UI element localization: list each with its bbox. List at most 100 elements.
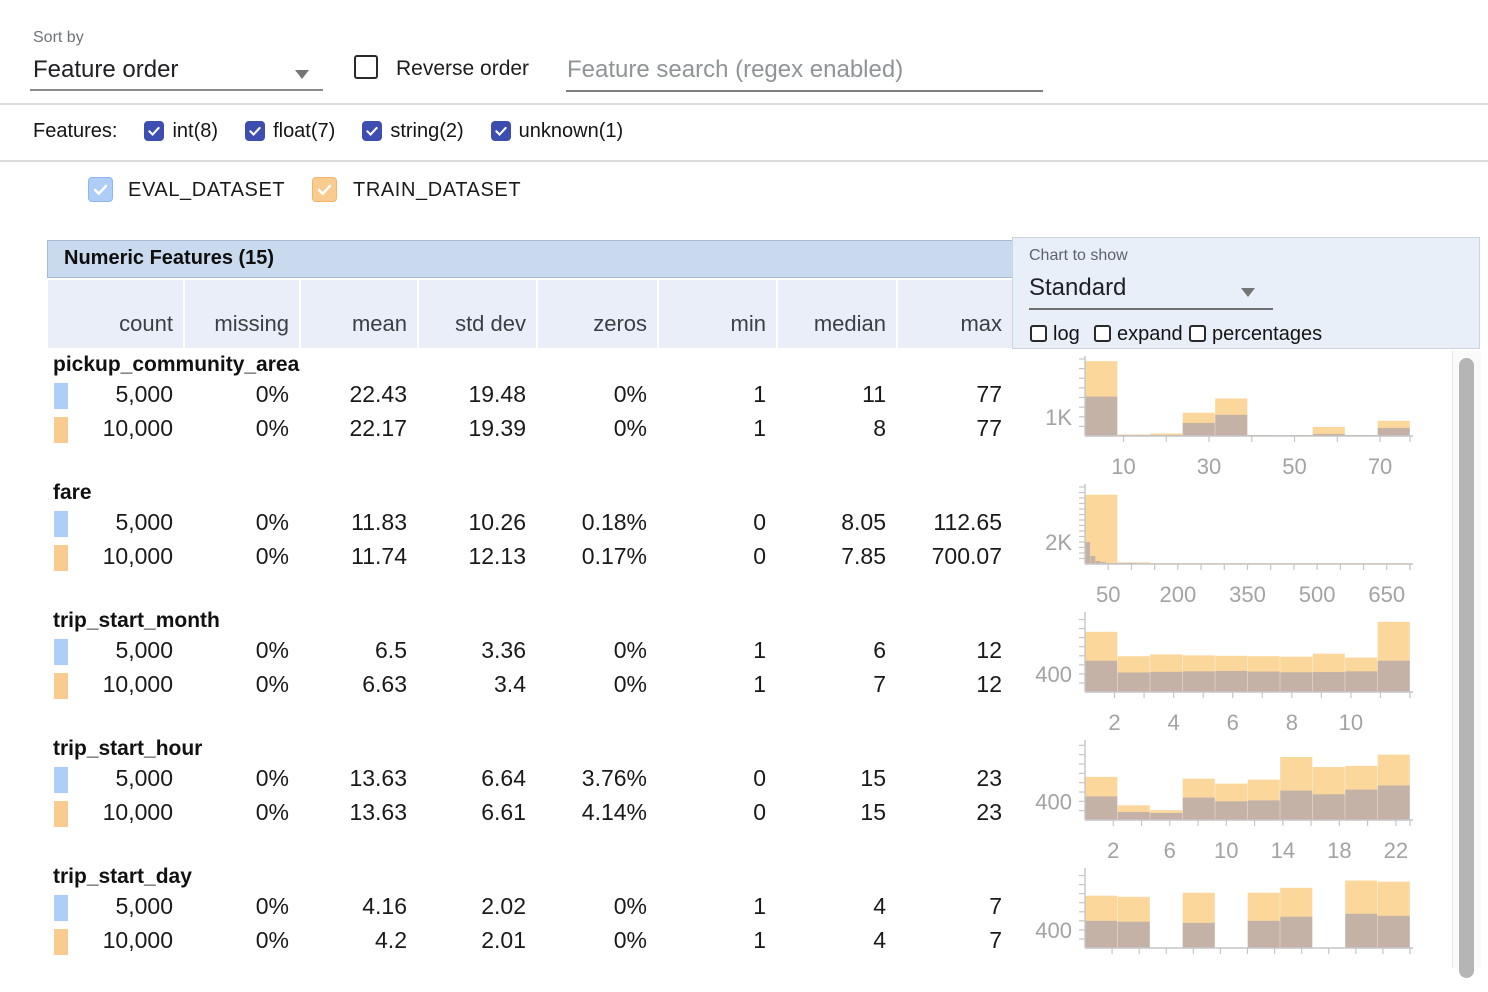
feature-filter-checkbox[interactable]	[362, 121, 382, 141]
feature-filter-checkbox[interactable]	[245, 121, 265, 141]
svg-text:650: 650	[1368, 582, 1405, 607]
column-header-max[interactable]: max	[898, 280, 1012, 348]
feature-filter-label: unknown(1)	[519, 120, 624, 143]
svg-text:50: 50	[1096, 582, 1120, 607]
stat-value: 0%	[539, 893, 647, 920]
stat-value: 13.63	[302, 765, 407, 792]
feature-filter-checkbox[interactable]	[491, 121, 511, 141]
stat-value: 23	[899, 765, 1002, 792]
chart-option-checkbox-percentages[interactable]	[1189, 325, 1206, 342]
stat-value: 7	[779, 671, 886, 698]
column-header-std-dev[interactable]: std dev	[419, 280, 536, 348]
histogram-trip_start_month: 400246810	[1020, 608, 1465, 736]
svg-text:2K: 2K	[1045, 530, 1072, 555]
stat-value: 0%	[186, 671, 289, 698]
svg-text:18: 18	[1327, 838, 1351, 863]
feature-filter-unknown[interactable]: unknown(1)	[491, 120, 624, 143]
stat-value: 2.02	[420, 893, 526, 920]
stat-value: 0%	[186, 637, 289, 664]
stat-value: 6.63	[302, 671, 407, 698]
stat-value: 8	[779, 415, 886, 442]
stat-value: 0%	[186, 893, 289, 920]
feature-name: fare	[53, 481, 92, 505]
column-header-min[interactable]: min	[659, 280, 776, 348]
svg-text:2: 2	[1108, 710, 1120, 735]
stat-value: 0%	[539, 927, 647, 954]
svg-text:500: 500	[1299, 582, 1336, 607]
svg-text:200: 200	[1159, 582, 1196, 607]
histogram-pickup_community_area: 1K10305070	[1020, 352, 1465, 480]
stat-value: 7.85	[779, 543, 886, 570]
feature-filter-string[interactable]: string(2)	[362, 120, 463, 143]
stat-value: 19.48	[420, 381, 526, 408]
svg-text:10: 10	[1339, 710, 1363, 735]
stat-value: 11	[779, 381, 886, 408]
column-header-mean[interactable]: mean	[301, 280, 417, 348]
chart-scrollbar-thumb[interactable]	[1459, 358, 1474, 978]
histogram-trip_start_hour: 4002610141822	[1020, 736, 1465, 864]
sort-dropdown-arrow-icon[interactable]	[295, 70, 309, 79]
dataset-checkbox-train_dataset[interactable]	[312, 177, 337, 202]
stat-value: 10,000	[49, 671, 173, 698]
stat-value: 77	[899, 381, 1002, 408]
svg-text:6: 6	[1164, 838, 1176, 863]
stat-value: 12	[899, 637, 1002, 664]
stat-value: 10.26	[420, 509, 526, 536]
stat-value: 5,000	[49, 893, 173, 920]
stat-value: 4.14%	[539, 799, 647, 826]
feature-filter-label: float(7)	[273, 120, 335, 143]
svg-text:400: 400	[1035, 662, 1072, 687]
stat-value: 0%	[186, 509, 289, 536]
chart-option-checkbox-expand[interactable]	[1094, 325, 1111, 342]
stat-value: 10,000	[49, 543, 173, 570]
sort-by-select[interactable]: Feature order	[33, 56, 178, 84]
stat-value: 3.36	[420, 637, 526, 664]
stat-value: 10,000	[49, 927, 173, 954]
feature-filter-float[interactable]: float(7)	[245, 120, 335, 143]
stat-value: 13.63	[302, 799, 407, 826]
column-header-zeros[interactable]: zeros	[538, 280, 657, 348]
stat-value: 1	[660, 415, 766, 442]
svg-text:14: 14	[1271, 838, 1295, 863]
column-header-missing[interactable]: missing	[185, 280, 299, 348]
stat-value: 1	[660, 381, 766, 408]
svg-text:400: 400	[1035, 918, 1072, 943]
sort-by-underline	[30, 89, 323, 91]
chart-type-dropdown-arrow-icon[interactable]	[1241, 288, 1255, 297]
chart-type-select[interactable]: Standard	[1029, 274, 1126, 302]
stat-value: 19.39	[420, 415, 526, 442]
stat-value: 0	[660, 543, 766, 570]
stat-value: 0	[660, 509, 766, 536]
stat-value: 22.17	[302, 415, 407, 442]
chart-option-checkbox-log[interactable]	[1030, 325, 1047, 342]
svg-text:30: 30	[1197, 454, 1221, 479]
stat-value: 12.13	[420, 543, 526, 570]
search-input[interactable]: Feature search (regex enabled)	[567, 56, 903, 84]
stat-value: 7	[899, 927, 1002, 954]
column-header-count[interactable]: count	[48, 280, 183, 348]
stat-value: 0%	[186, 543, 289, 570]
svg-text:70: 70	[1368, 454, 1392, 479]
stat-value: 15	[779, 799, 886, 826]
stat-value: 1	[660, 671, 766, 698]
histogram-trip_start_day: 400	[1020, 864, 1465, 992]
dataset-checkbox-eval_dataset[interactable]	[88, 177, 113, 202]
stat-value: 11.83	[302, 509, 407, 536]
svg-text:50: 50	[1282, 454, 1306, 479]
stat-value: 0.17%	[539, 543, 647, 570]
stat-value: 1	[660, 927, 766, 954]
chart-option-label: percentages	[1212, 323, 1322, 346]
feature-filter-checkbox[interactable]	[144, 121, 164, 141]
stat-value: 4	[779, 893, 886, 920]
divider-features	[0, 160, 1488, 162]
column-header-median[interactable]: median	[778, 280, 896, 348]
stat-value: 2.01	[420, 927, 526, 954]
feature-filter-label: int(8)	[172, 120, 218, 143]
stat-value: 4.2	[302, 927, 407, 954]
svg-text:8: 8	[1286, 710, 1298, 735]
chart-controls-panel: Chart to show Standard logexpandpercenta…	[1012, 237, 1480, 349]
stat-value: 0%	[186, 799, 289, 826]
reverse-order-checkbox[interactable]	[354, 55, 378, 79]
feature-name: pickup_community_area	[53, 353, 299, 377]
feature-filter-int[interactable]: int(8)	[144, 120, 218, 143]
